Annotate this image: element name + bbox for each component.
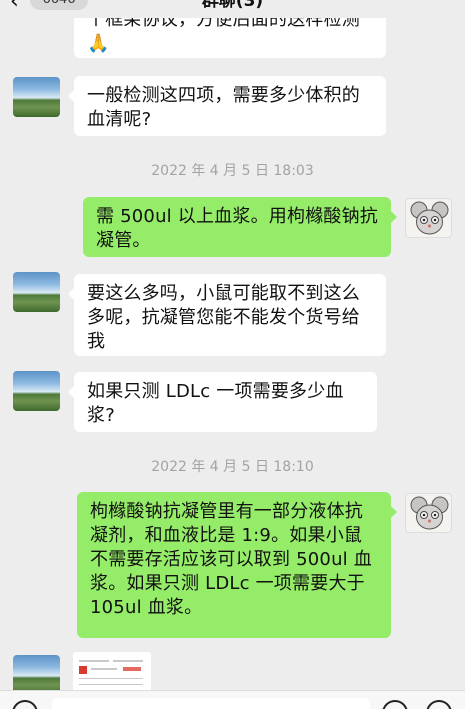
message-text: 要这么多吗，小鼠可能取不到这么多呢，抗凝管您能不能发个货号给我 [87,283,360,352]
message-bubble-sent[interactable]: 需 500ul 以上血浆。用枸橼酸钠抗凝管。 [83,197,397,257]
contact-avatar[interactable] [13,272,60,312]
message-bubble-sent[interactable]: 枸橼酸钠抗凝管里有一部分液体抗凝剂，和血液比是 1:9。如果小鼠不需要存活应该可… [77,492,397,638]
file-message-card[interactable] [73,652,151,692]
timestamp: 2022 年 4 月 5 日 18:03 [151,163,314,179]
document-logo-icon [79,666,87,674]
chat-title: 群聊(3) [201,0,264,11]
mouse-avatar-icon [410,496,449,530]
contact-avatar[interactable] [13,77,60,117]
user-avatar[interactable] [405,198,452,238]
pray-emoji-icon: 🙏 [87,33,110,54]
contact-avatar[interactable] [13,371,60,411]
timestamp: 2022 年 4 月 5 日 18:10 [151,459,314,475]
user-avatar[interactable] [405,493,452,533]
message-text: 枸橼酸钠抗凝管里有一部分液体抗凝剂，和血液比是 1:9。如果小鼠不需要存活应该可… [90,501,373,618]
chat-input-bar [0,690,465,709]
chat-header: ‹ 6646 群聊(3) [0,0,465,18]
message-text: 如果只测 LDLc 一项需要多少血浆? [87,381,344,426]
message-text: 需 500ul 以上血浆。用枸橼酸钠抗凝管。 [96,206,379,251]
message-bubble-received[interactable]: 如果只测 LDLc 一项需要多少血浆? [68,372,377,432]
message-bubble-received[interactable]: 要这么多吗，小鼠可能取不到这么多呢，抗凝管您能不能发个货号给我 [68,274,386,356]
message-bubble-received[interactable]: 一般检测这四项，需要多少体积的血清呢? [68,76,386,136]
message-text: 一般检测这四项，需要多少体积的血清呢? [87,85,360,130]
mouse-avatar-icon [410,201,449,235]
contact-avatar[interactable] [13,655,60,695]
message-input[interactable] [52,698,370,709]
